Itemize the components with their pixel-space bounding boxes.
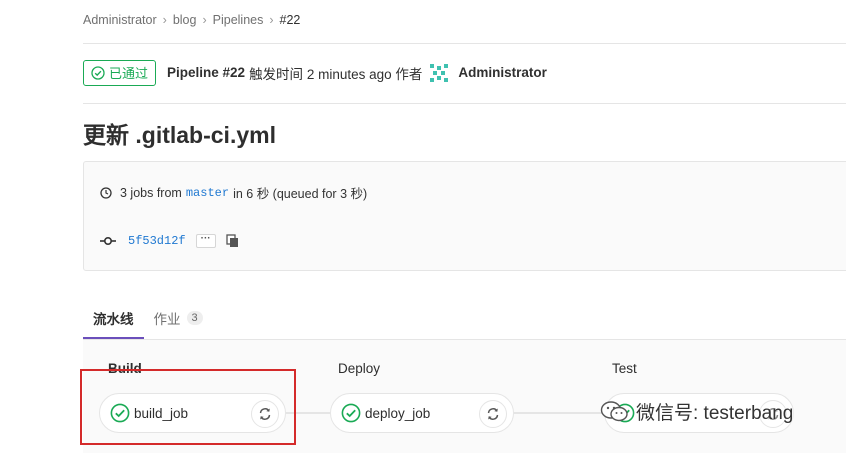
breadcrumb-item-blog[interactable]: blog [173, 13, 197, 27]
status-label: 已通过 [109, 66, 149, 81]
job-deploy[interactable]: deploy_job [330, 393, 514, 433]
jobs-count-text: 3 jobs from [120, 185, 182, 200]
header-divider-2 [83, 103, 846, 104]
jobs-count-badge: 3 [186, 311, 203, 325]
breadcrumb-item-administrator[interactable]: Administrator [83, 13, 157, 27]
wechat-icon [600, 400, 628, 421]
stage-title-deploy: Deploy [338, 361, 381, 376]
copy-icon[interactable] [225, 234, 239, 248]
success-status-icon [341, 403, 361, 423]
author-link[interactable]: Administrator [458, 65, 547, 80]
breadcrumb: Administrator › blog › Pipelines › #22 [83, 13, 300, 27]
breadcrumb-item-pipelines[interactable]: Pipelines [213, 13, 264, 27]
duration-text: in 6 秒 (queued for 3 秒) [233, 187, 368, 201]
tab-pipeline[interactable]: 流水线 [83, 297, 144, 339]
tab-pipeline-label: 流水线 [93, 312, 134, 327]
triggered-text: 触发时间 2 minutes ago 作者 [249, 66, 423, 82]
avatar[interactable] [428, 61, 451, 84]
pipeline-id: Pipeline #22 [167, 65, 246, 80]
breadcrumb-separator: › [202, 13, 207, 27]
commit-title: 更新 .gitlab-ci.yml [83, 122, 276, 148]
expand-commit-button[interactable]: ··· [195, 234, 216, 248]
breadcrumb-item-current[interactable]: #22 [280, 13, 301, 27]
pipeline-info-box: 3 jobs from master in 6 秒 (queued for 3 … [83, 161, 846, 271]
pipeline-tabs: 流水线 作业 3 [83, 297, 213, 339]
pipeline-header: 已通过 Pipeline #22 触发时间 2 minutes ago 作者 A… [83, 59, 547, 86]
stage-title-test: Test [612, 361, 637, 376]
watermark-text: 微信号: testerbang [636, 403, 794, 424]
check-circle-icon [91, 65, 105, 80]
commit-sha-row: 5f53d12f ··· [100, 234, 239, 248]
breadcrumb-separator: › [269, 13, 274, 27]
retry-button[interactable] [479, 400, 507, 428]
clock-icon [100, 186, 112, 199]
job-name: deploy_job [365, 405, 431, 421]
tab-jobs-label: 作业 [153, 312, 181, 327]
branch-link[interactable]: master [186, 186, 229, 200]
retry-icon [487, 408, 499, 420]
highlight-annotation [80, 369, 296, 445]
breadcrumb-separator: › [162, 13, 167, 27]
header-divider [83, 43, 846, 44]
commit-icon [100, 236, 116, 246]
commit-sha-link[interactable]: 5f53d12f [128, 234, 186, 248]
jobs-summary: 3 jobs from master in 6 秒 (queued for 3 … [100, 183, 367, 202]
watermark: 微信号: testerbang [600, 398, 793, 425]
status-badge[interactable]: 已通过 [83, 59, 157, 86]
tab-jobs[interactable]: 作业 3 [144, 297, 213, 339]
